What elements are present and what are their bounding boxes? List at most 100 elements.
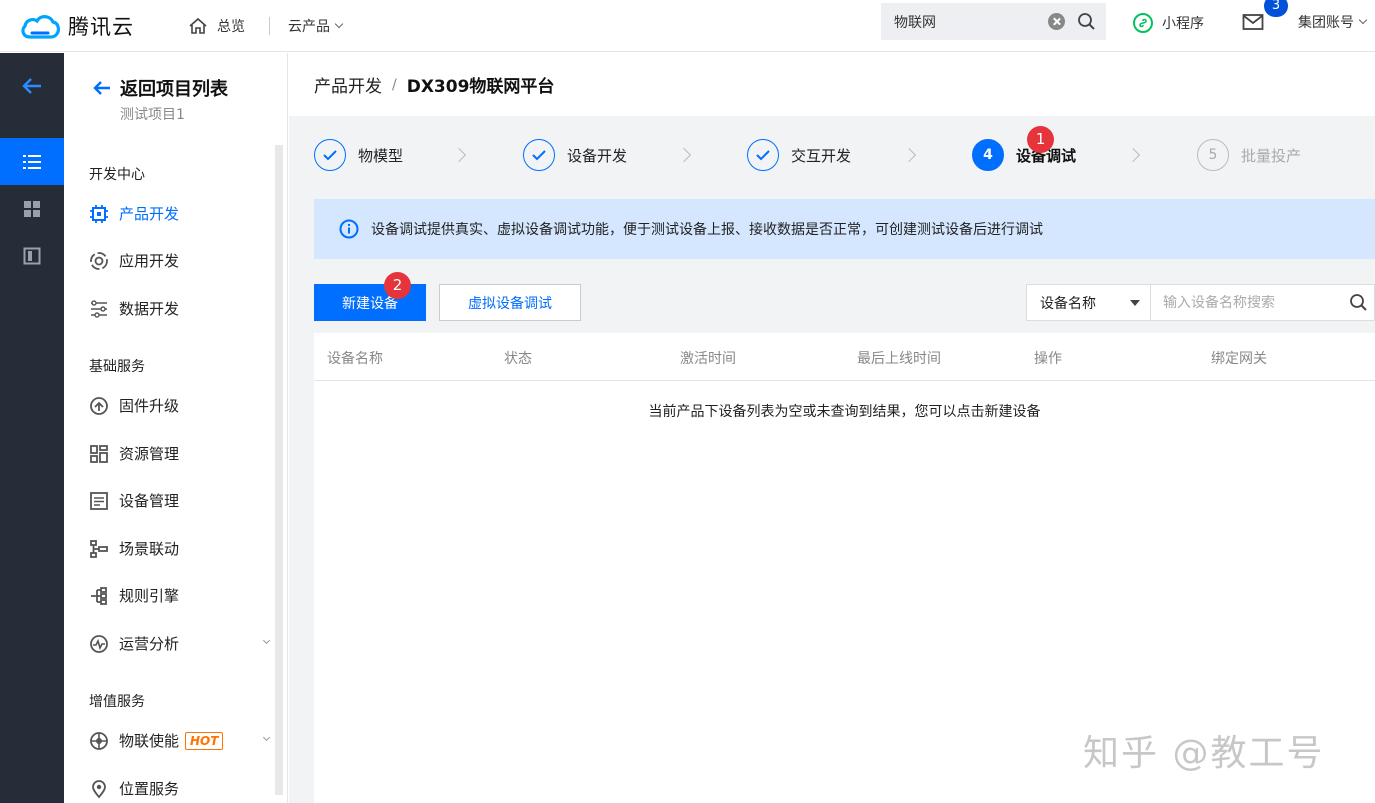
scene-link-icon [89,539,109,559]
info-notice: 设备调试提供真实、虚拟设备调试功能，便于测试设备上报、接收数据是否正常，可创建测… [314,199,1375,259]
mail-icon[interactable] [1242,13,1264,31]
sidebar-item-label: 资源管理 [119,445,180,463]
breadcrumb-parent[interactable]: 产品开发 [314,72,382,97]
rail-back-button[interactable] [0,53,64,118]
sidebar-item-scene[interactable]: 场景联动 [89,538,269,559]
chevron-right-icon [676,147,692,163]
watermark: 知乎 @教工号 [1083,733,1325,774]
home-icon [189,17,207,34]
step-device-dev[interactable]: 设备开发 [523,139,627,171]
brand-logo[interactable]: 腾讯云 [18,11,168,41]
step-interaction-dev[interactable]: 交互开发 [747,139,851,171]
brand-name: 腾讯云 [68,14,134,39]
sidebar-item-app-dev[interactable]: 应用开发 [89,250,269,271]
book-icon [23,247,41,264]
sidebar-item-product-dev[interactable]: 产品开发 [89,203,269,224]
sidebar-scrollbar[interactable] [275,145,283,795]
app-icon [89,251,109,271]
sidebar-item-ops-analysis[interactable]: 运营分析 [89,633,271,654]
chevron-down-icon [262,733,271,742]
device-list-icon [89,491,109,511]
step-label: 批量投产 [1241,146,1302,165]
data-flow-icon [89,299,109,319]
step-label: 设备开发 [567,146,628,165]
nav-overview-label: 总览 [217,18,245,35]
sidebar-item-label: 运营分析 [119,635,180,653]
column-header: 绑定网关 [1211,351,1267,367]
list-icon [23,154,41,169]
global-search-input[interactable] [894,13,1044,30]
sidebar-item-resource[interactable]: 资源管理 [89,443,269,464]
globe-grid-icon [89,731,109,751]
account-menu[interactable]: 集团账号 [1298,12,1368,32]
rail-item-grid[interactable] [0,185,64,232]
step-mass-production[interactable]: 5 批量投产 [1197,139,1301,171]
column-header: 操作 [1034,351,1062,367]
step-device-debug[interactable]: 4 设备调试 [972,139,1076,171]
callout-badge: 2 [384,272,411,299]
group-dev-center: 开发中心 [89,167,145,183]
grid-icon [24,200,40,217]
sidebar-item-location[interactable]: 位置服务 [89,778,269,799]
nav-products-label: 云产品 [288,18,330,35]
rail-item-list[interactable] [0,138,64,185]
sidebar-item-label: 位置服务 [119,780,180,798]
cloud-logo-icon [21,14,60,39]
step-thing-model[interactable]: 物模型 [314,139,403,171]
sidebar-item-data-dev[interactable]: 数据开发 [89,298,269,319]
step-number: 5 [1197,139,1229,171]
sidebar-item-rule-engine[interactable]: 规则引擎 [89,585,269,606]
chevron-right-icon [1125,147,1141,163]
sidebar-item-label: 物联使能 [119,732,180,750]
nav-overview[interactable]: 总览 [188,16,245,36]
chevron-right-icon [451,147,467,163]
info-icon [339,219,359,239]
secondary-sidebar: 返回项目列表 测试项目1 开发中心 产品开发 应用开发 数据开发 基础服务 固件… [64,53,288,803]
column-header: 设备名称 [327,351,383,367]
back-to-projects[interactable]: 返回项目列表 [92,75,228,101]
rail-spacer [0,118,64,138]
pulse-icon [89,634,109,654]
column-header: 最后上线时间 [857,351,941,367]
device-search [1150,284,1375,321]
sidebar-item-iot-enable[interactable]: 物联使能 HOT [89,730,271,751]
empty-state-text: 当前产品下设备列表为空或未查询到结果，您可以点击新建设备 [648,404,1041,420]
back-to-projects-label: 返回项目列表 [120,79,228,100]
global-search [881,3,1106,40]
clear-icon[interactable] [1048,13,1065,30]
rail-item-book[interactable] [0,232,64,279]
step-bar: 物模型 设备开发 交互开发 4 设备调试 5 批量投产 [314,139,1375,175]
sidebar-item-label: 场景联动 [119,540,180,558]
check-icon [747,139,779,171]
sidebar-item-label: 应用开发 [119,252,180,270]
nav-divider [269,16,270,35]
sidebar-item-device-mgmt[interactable]: 设备管理 [89,490,269,511]
step-label: 交互开发 [791,146,852,165]
sidebar-item-label: 设备管理 [119,492,180,510]
column-header: 激活时间 [680,351,736,367]
virtual-debug-button[interactable]: 虚拟设备调试 [439,284,581,321]
filter-field-select[interactable]: 设备名称 [1026,284,1151,321]
nav-products[interactable]: 云产品 [288,16,344,36]
sidebar-item-label: 固件升级 [119,397,180,415]
notice-text: 设备调试提供真实、虚拟设备调试功能，便于测试设备上报、接收数据是否正常，可创建测… [371,222,1043,238]
chevron-down-icon [1358,15,1368,25]
sidebar-item-firmware[interactable]: 固件升级 [89,395,269,416]
step-number: 4 [972,139,1004,171]
device-search-input[interactable] [1163,294,1343,311]
chevron-right-icon [901,147,917,163]
rule-engine-icon [89,586,109,606]
table-header: 设备名称 状态 激活时间 最后上线时间 操作 绑定网关 [314,333,1375,381]
sidebar-item-label: 产品开发 [119,205,180,223]
chip-icon [89,204,109,224]
mini-program-icon [1133,13,1153,33]
group-value-services: 增值服务 [89,694,145,710]
chevron-down-icon [334,19,344,28]
mini-program-link[interactable]: 小程序 [1132,12,1204,34]
mini-program-label: 小程序 [1162,16,1204,32]
search-icon[interactable] [1077,12,1096,31]
search-icon[interactable] [1349,293,1368,312]
firmware-upgrade-icon [89,396,109,416]
account-label: 集团账号 [1298,15,1354,31]
sidebar-item-label: 规则引擎 [119,587,180,605]
